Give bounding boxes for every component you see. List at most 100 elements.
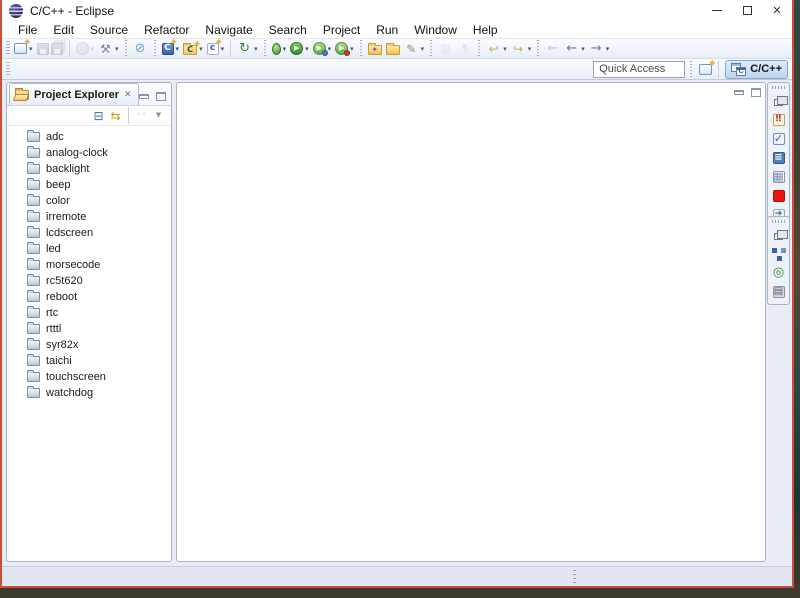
maximize-view-button[interactable] [156, 92, 166, 101]
block-selection-button[interactable]: ¶ [456, 39, 473, 58]
next-edit-location-button[interactable]: ↪▾ [510, 39, 533, 58]
project-item[interactable]: syr82x [7, 337, 171, 353]
open-perspective-button[interactable]: ✦ [698, 60, 713, 79]
project-item[interactable]: analog-clock [7, 145, 171, 161]
skip-all-breakpoints-button[interactable]: ⊘ [132, 39, 149, 58]
forward-button[interactable]: →▾ [588, 39, 611, 58]
toolbar-grip[interactable] [6, 41, 10, 56]
project-item[interactable]: watchdog [7, 385, 171, 401]
menu-item[interactable]: Project [315, 23, 368, 37]
main-toolbar: ✦▾▾⚒▾⊘C✦▾C✦▾c✦▾↻▾▾▶▾▶▾▶▾✦✎▾▥¶↩▾↪▾←←▾→▾ [2, 38, 792, 59]
stack-drag-handle[interactable] [772, 220, 786, 223]
outline-view-button[interactable] [771, 245, 786, 262]
back-disabled-button[interactable]: ← [544, 39, 561, 58]
dropdown-arrow-icon[interactable]: ▾ [328, 45, 332, 53]
presentation-button[interactable]: •• [133, 106, 150, 125]
properties-view-button[interactable]: ▦ [772, 168, 786, 185]
project-item[interactable]: backlight [7, 161, 171, 177]
build-all-button[interactable]: ⚒▾ [97, 39, 120, 58]
restore-views-button[interactable] [773, 226, 784, 243]
globe-toolbar-button[interactable]: ▾ [75, 39, 96, 58]
collapse-all-button[interactable]: ⊟ [90, 106, 107, 125]
project-item[interactable]: rtc [7, 305, 171, 321]
dropdown-arrow-icon[interactable]: ▾ [581, 45, 585, 53]
menu-item[interactable]: Edit [45, 23, 82, 37]
open-element-button[interactable]: ✦ [367, 39, 383, 58]
red-view-button[interactable] [772, 187, 786, 204]
skip-all-breakpoints-icon: ⊘ [133, 41, 148, 56]
project-item[interactable]: rc5t620 [7, 273, 171, 289]
profile-button[interactable]: ▶▾ [334, 39, 355, 58]
menu-item[interactable]: Help [465, 23, 506, 37]
tasks-view-button[interactable]: ✓ [772, 130, 786, 147]
run-button[interactable]: ▶▾ [289, 39, 310, 58]
dropdown-arrow-icon[interactable]: ▾ [421, 45, 425, 53]
menu-item[interactable]: Window [406, 23, 465, 37]
pin-editor-brush-button[interactable]: ✎▾ [403, 39, 426, 58]
save-all-button[interactable] [52, 39, 64, 58]
run-history-button[interactable]: ▶▾ [312, 39, 333, 58]
project-item[interactable]: led [7, 241, 171, 257]
maximize-button[interactable] [732, 0, 762, 21]
build-targets-view-button[interactable]: ◎ [770, 264, 787, 281]
project-item[interactable]: adc [7, 129, 171, 145]
perspective-button-cpp[interactable]: C C/C++ [725, 60, 788, 79]
quick-access-input[interactable]: Quick Access [593, 61, 685, 78]
menu-item[interactable]: Refactor [136, 23, 197, 37]
menu-item[interactable]: Source [82, 23, 136, 37]
dropdown-arrow-icon[interactable]: ▾ [305, 45, 309, 53]
editor-area[interactable] [176, 82, 766, 562]
minimize-button[interactable] [702, 0, 732, 21]
documents-view-button[interactable]: ▤ [772, 283, 786, 300]
project-item[interactable]: color [7, 193, 171, 209]
menu-item[interactable]: File [10, 23, 45, 37]
menu-item[interactable]: Navigate [197, 23, 260, 37]
build-active-configuration-button[interactable]: ↻▾ [236, 39, 259, 58]
dropdown-arrow-icon[interactable]: ▾ [503, 45, 507, 53]
project-item[interactable]: morsecode [7, 257, 171, 273]
project-item[interactable]: beep [7, 177, 171, 193]
dropdown-arrow-icon[interactable]: ▾ [254, 45, 258, 53]
menu-item[interactable]: Search [261, 23, 315, 37]
problems-view-button[interactable]: ‼ [772, 111, 786, 128]
debug-button[interactable]: ▾ [271, 39, 288, 58]
new-wizard-button[interactable]: ✦▾ [13, 39, 34, 58]
new-class-button[interactable]: C✦▾ [161, 39, 181, 58]
dropdown-arrow-icon[interactable]: ▾ [350, 45, 354, 53]
minimize-editor-button[interactable] [734, 90, 744, 95]
minimize-view-button[interactable] [139, 94, 149, 99]
dropdown-arrow-icon[interactable]: ▾ [606, 45, 610, 53]
view-menu-button[interactable]: ▼ [150, 106, 167, 125]
dropdown-arrow-icon[interactable]: ▾ [283, 45, 287, 53]
console-view-button[interactable]: ≡ [772, 149, 786, 166]
project-item[interactable]: lcdscreen [7, 225, 171, 241]
status-bar-grip[interactable] [573, 570, 576, 583]
last-edit-location-button[interactable]: ↩▾ [485, 39, 508, 58]
tab-close-icon[interactable]: ✕ [124, 90, 132, 100]
maximize-editor-button[interactable] [751, 88, 761, 97]
toolbar-grip[interactable] [6, 62, 10, 77]
project-item[interactable]: touchscreen [7, 369, 171, 385]
new-c-project-button[interactable]: C✦▾ [182, 39, 204, 58]
menu-item[interactable]: Run [368, 23, 406, 37]
new-source-file-button[interactable]: c✦▾ [206, 39, 226, 58]
close-button[interactable]: ✕ [762, 0, 792, 21]
tab-project-explorer[interactable]: Project Explorer ✕ [9, 83, 139, 105]
restore-views-button[interactable] [773, 92, 784, 109]
toolbar-grip[interactable] [690, 61, 692, 78]
dropdown-arrow-icon[interactable]: ▾ [528, 45, 532, 53]
project-name: backlight [46, 163, 89, 175]
new-c-project-icon: C✦ [183, 45, 197, 55]
show-whitespace-button[interactable]: ▥ [437, 39, 454, 58]
open-resource-button[interactable] [385, 39, 401, 58]
link-with-editor-button[interactable]: ⇆ [107, 106, 124, 125]
stack-drag-handle[interactable] [772, 86, 786, 89]
project-item[interactable]: taichi [7, 353, 171, 369]
project-item[interactable]: rtttl [7, 321, 171, 337]
project-item[interactable]: irremote [7, 209, 171, 225]
project-item[interactable]: reboot [7, 289, 171, 305]
dropdown-arrow-icon[interactable]: ▾ [91, 45, 95, 53]
dropdown-arrow-icon[interactable]: ▾ [115, 45, 119, 53]
back-button[interactable]: ←▾ [563, 39, 586, 58]
save-button[interactable] [36, 39, 50, 58]
